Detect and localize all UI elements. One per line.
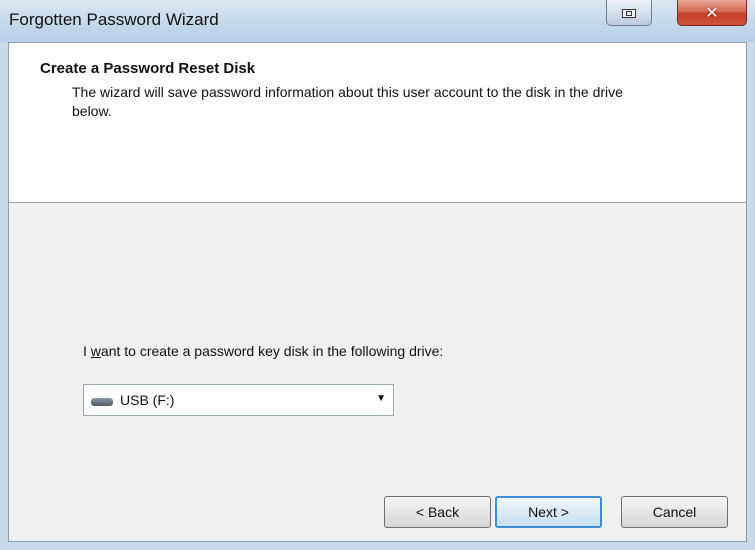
title-bar[interactable]: Forgotten Password Wizard ✕ — [0, 0, 755, 42]
restore-button[interactable] — [606, 0, 652, 26]
wizard-body: Create a Password Reset Disk The wizard … — [8, 42, 747, 542]
prompt-text-end: ant to create a password key disk in the… — [100, 343, 444, 359]
close-button[interactable]: ✕ — [677, 0, 747, 26]
cancel-button[interactable]: Cancel — [621, 496, 728, 528]
usb-drive-icon — [91, 398, 113, 406]
page-title: Create a Password Reset Disk — [40, 60, 256, 77]
window-title: Forgotten Password Wizard — [9, 10, 219, 29]
cancel-button-label: Cancel — [652, 504, 697, 520]
page-description: The wizard will save password informatio… — [72, 84, 623, 119]
back-button[interactable]: < Back — [384, 496, 491, 528]
close-icon: ✕ — [705, 5, 719, 22]
prompt-accelerator-key: w — [90, 343, 101, 359]
wizard-header: Create a Password Reset Disk The wizard … — [9, 43, 746, 203]
restore-icon — [622, 9, 636, 18]
back-button-label: < Back — [415, 504, 460, 520]
drive-selected-value: USB (F:) — [120, 392, 175, 408]
drive-dropdown[interactable]: USB (F:) ▼ — [83, 384, 394, 416]
chevron-down-icon[interactable]: ▼ — [376, 393, 386, 404]
next-button-label: Next > — [528, 504, 569, 520]
prompt-text-start: I — [83, 343, 91, 359]
next-button[interactable]: Next > — [495, 496, 602, 528]
drive-prompt-label: I want to create a password key disk in … — [83, 343, 443, 359]
